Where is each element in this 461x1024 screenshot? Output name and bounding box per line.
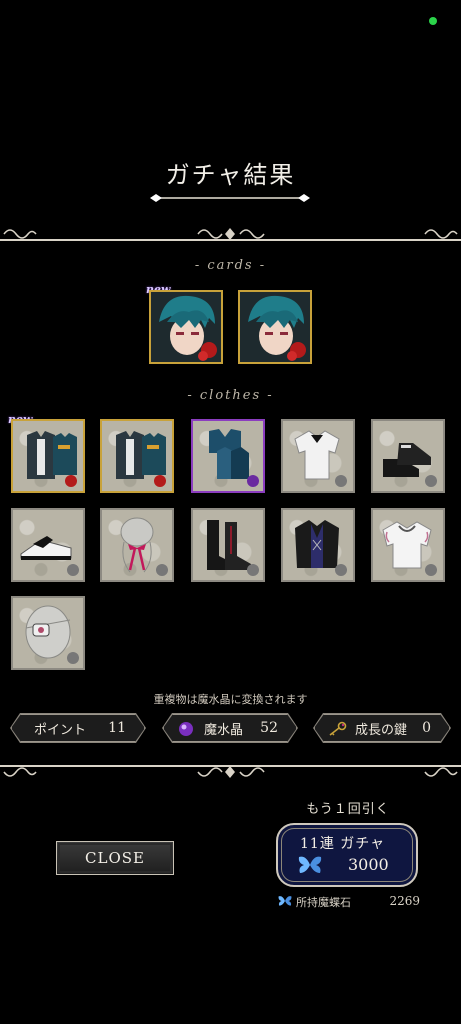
character-portrait-icon — [240, 292, 310, 362]
butterfly-icon — [278, 896, 292, 906]
crystal-value: 52 — [260, 720, 278, 736]
owned-value: 2269 — [389, 894, 420, 908]
clothes-item-jacket[interactable] — [191, 419, 265, 493]
clothes-item-shirt[interactable] — [371, 508, 445, 582]
crystal-label: 魔水晶 — [204, 722, 244, 738]
duplicate-conversion-note: 重複物は魔水晶に変換されます — [153, 693, 308, 706]
points-label: ポイント — [34, 722, 87, 738]
character-portrait-icon — [151, 292, 221, 362]
outfit-icon — [116, 431, 166, 487]
clothes-item-shoes[interactable] — [11, 508, 85, 582]
clothes-item-boots[interactable] — [191, 508, 265, 582]
owned-currency: 所持魔蝶石 2269 — [278, 894, 420, 910]
clothes-item-shoes[interactable] — [371, 419, 445, 493]
close-button[interactable]: CLOSE — [56, 841, 174, 875]
ornate-divider-bottom — [0, 762, 461, 782]
clothes-item-eyepatch[interactable] — [11, 596, 85, 670]
cards-section-label: - cards - — [194, 258, 267, 273]
status-indicator — [429, 17, 437, 25]
card-result[interactable] — [149, 290, 223, 364]
jacket-icon — [295, 520, 347, 576]
owned-label: 所持魔蝶石 — [296, 896, 351, 909]
shoes-icon — [20, 536, 79, 576]
title-divider — [150, 194, 310, 202]
clothes-item-outfit[interactable] — [11, 419, 85, 493]
key-value: 0 — [422, 720, 431, 736]
crystal-display: 魔水晶 52 — [163, 714, 297, 742]
key-icon — [327, 721, 347, 737]
shirt-icon — [382, 521, 437, 576]
card-result[interactable] — [238, 290, 312, 364]
points-display: ポイント 11 — [11, 714, 145, 742]
draw-again-label: もう１回引く — [306, 802, 390, 817]
points-value: 11 — [108, 720, 126, 736]
gacha-11-pull-button[interactable]: 11連 ガチャ 3000 — [276, 823, 418, 887]
gacha-button-label: 11連 ガチャ — [300, 836, 386, 852]
clothes-item-ribbon[interactable] — [100, 508, 174, 582]
ornate-divider-top — [0, 224, 461, 244]
shoes-icon — [383, 443, 437, 487]
eyepatch-icon — [25, 605, 79, 664]
crystal-icon — [178, 721, 194, 737]
ribbon-icon — [120, 517, 168, 576]
clothes-item-outfit[interactable] — [100, 419, 174, 493]
jacket-icon — [209, 429, 259, 487]
clothes-section-label: - clothes - — [187, 388, 274, 403]
clothes-item-jacket[interactable] — [281, 508, 355, 582]
key-label: 成長の鍵 — [355, 722, 408, 738]
boots-icon — [207, 520, 259, 576]
clothes-item-shirt[interactable] — [281, 419, 355, 493]
butterfly-icon — [298, 856, 322, 873]
page-title: ガチャ結果 — [165, 161, 296, 189]
gacha-cost: 3000 — [348, 855, 389, 874]
key-display: 成長の鍵 0 — [314, 714, 450, 742]
shirt-icon — [294, 430, 347, 487]
outfit-icon — [27, 431, 77, 487]
